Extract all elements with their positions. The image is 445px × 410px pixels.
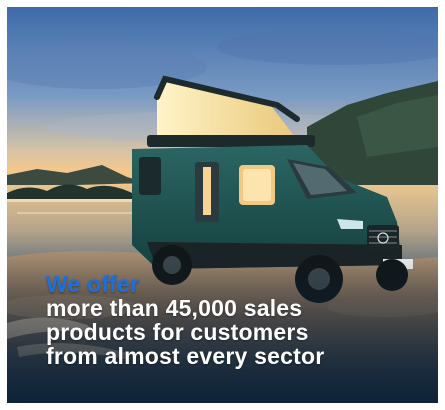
headline-line-2: products for customers bbox=[46, 319, 309, 345]
headline-line-3: from almost every sector bbox=[46, 343, 325, 369]
promo-banner: We offer more than 45,000 sales products… bbox=[7, 7, 438, 403]
headline-accent: We offer bbox=[46, 271, 140, 297]
headline-line-1: more than 45,000 sales bbox=[46, 295, 303, 321]
promo-headline: We offer more than 45,000 sales products… bbox=[46, 272, 426, 368]
